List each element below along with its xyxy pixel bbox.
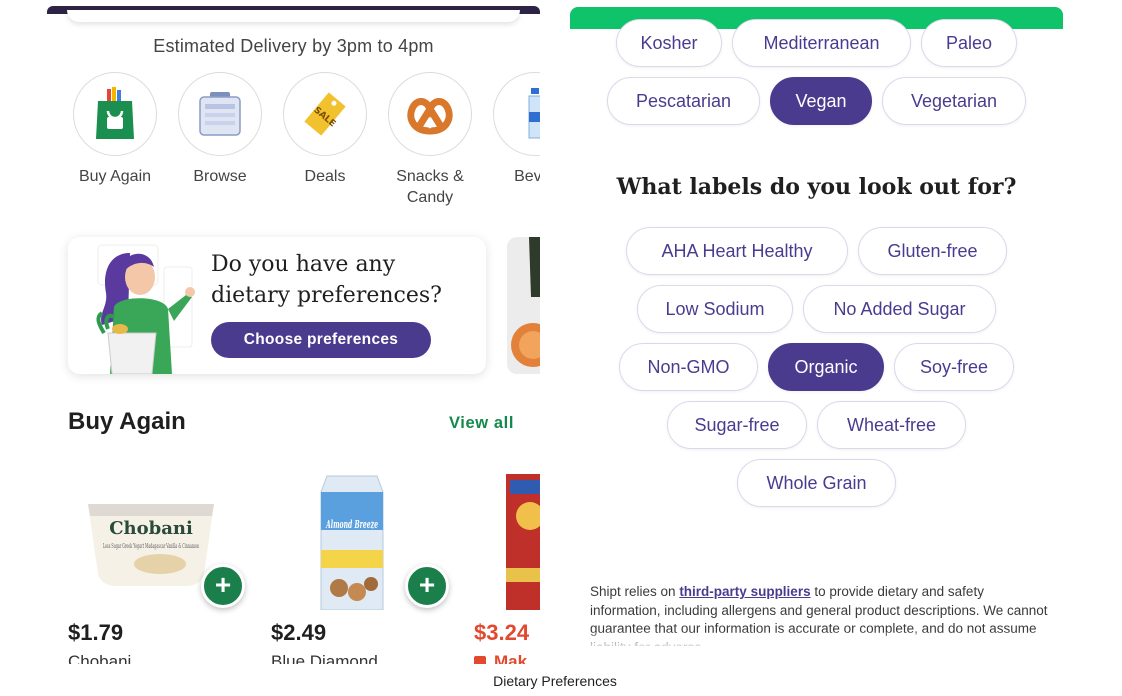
- plus-icon: +: [214, 569, 232, 600]
- labels-question: What labels do you look out for?: [616, 174, 1017, 200]
- label-chip[interactable]: Non-GMO: [619, 343, 758, 391]
- pretzel-icon: [407, 98, 453, 135]
- next-promo-card[interactable]: [507, 237, 540, 374]
- product-price: $2.49: [271, 620, 327, 645]
- category-label: Browse: [193, 168, 247, 185]
- category-beverages[interactable]: Bever: [490, 72, 540, 187]
- category-circle: [388, 72, 472, 156]
- sale-tag-icon: SALE: [304, 92, 346, 136]
- brand-text: Almond Breeze: [325, 518, 378, 531]
- category-label: Bever: [514, 168, 540, 185]
- category-circle: SALE: [283, 72, 367, 156]
- product-price: $3.24: [474, 620, 530, 645]
- product-name-text: Mak: [494, 652, 528, 664]
- brand-text: Chobani: [109, 518, 193, 539]
- promo-title: Do you have any dietary preferences?: [211, 252, 442, 308]
- product-price: $1.79: [68, 620, 124, 645]
- category-circle: [73, 72, 157, 156]
- grocery-aisle-icon: [199, 92, 241, 136]
- label-chip[interactable]: Wheat-free: [817, 401, 966, 449]
- category-snacks[interactable]: Snacks & Candy: [385, 72, 475, 208]
- product-name: Chobani: [68, 652, 132, 664]
- deal-tag-icon: [474, 656, 486, 664]
- product-card[interactable]: Chobani Less Sugar Greek Yogurt Madagasc…: [68, 470, 245, 664]
- view-all-link[interactable]: View all: [449, 414, 514, 433]
- figure-caption: Dietary Preferences: [493, 673, 617, 689]
- diet-chip[interactable]: Pescatarian: [607, 77, 760, 125]
- category-deals[interactable]: SALE Deals: [280, 72, 370, 187]
- category-label: Deals: [304, 168, 346, 185]
- label-chip[interactable]: Gluten-free: [858, 227, 1007, 275]
- add-to-cart-button[interactable]: +: [405, 564, 449, 608]
- product-name: Mak: [474, 652, 527, 664]
- label-chip[interactable]: Soy-free: [894, 343, 1014, 391]
- product-card[interactable]: Almond Breeze + $2.49 Blue Diamond: [271, 470, 449, 664]
- category-buy-again[interactable]: Buy Again: [70, 72, 160, 187]
- buy-again-title: Buy Again: [68, 408, 186, 435]
- address-card[interactable]: [67, 10, 520, 22]
- disclaimer-prefix: Shipt relies on: [590, 584, 680, 599]
- diet-chip[interactable]: Kosher: [616, 19, 722, 67]
- plus-icon: +: [418, 569, 436, 600]
- water-bottle-icon: [528, 88, 540, 139]
- label-chip-selected[interactable]: Organic: [768, 343, 884, 391]
- label-chip[interactable]: Sugar-free: [667, 401, 807, 449]
- dietary-promo-card[interactable]: Do you have any dietary preferences? Cho…: [68, 237, 486, 374]
- category-circle: [178, 72, 262, 156]
- food-photo-icon: [511, 237, 540, 367]
- cereal-box-image: [506, 474, 540, 610]
- preferences-screen: Kosher Mediterranean Paleo Pescatarian V…: [570, 0, 1063, 646]
- category-label: Buy Again: [78, 168, 152, 185]
- label-chip[interactable]: Low Sodium: [637, 285, 793, 333]
- shopping-bag-icon: [96, 87, 134, 139]
- home-screen: Estimated Delivery by 3pm to 4pm Buy Aga…: [47, 0, 540, 664]
- diet-chip[interactable]: Paleo: [921, 19, 1017, 67]
- third-party-suppliers-link[interactable]: third-party suppliers: [679, 584, 810, 599]
- product-name: Blue Diamond: [271, 652, 378, 664]
- label-chip[interactable]: AHA Heart Healthy: [626, 227, 848, 275]
- category-circle: [493, 72, 540, 156]
- diet-chip-selected[interactable]: Vegan: [770, 77, 872, 125]
- choose-preferences-button[interactable]: Choose preferences: [211, 322, 431, 358]
- package-text: Less Sugar Greek Yogurt Madagascar Vanil…: [103, 543, 199, 550]
- delivery-estimate: Estimated Delivery by 3pm to 4pm: [153, 36, 434, 56]
- diet-chip[interactable]: Mediterranean: [732, 19, 911, 67]
- diet-chip[interactable]: Vegetarian: [882, 77, 1026, 125]
- comparison-stage: Estimated Delivery by 3pm to 4pm Buy Aga…: [0, 0, 1122, 696]
- product-card[interactable]: $3.24 Mak: [474, 470, 540, 664]
- scroll-fade: [570, 632, 1063, 646]
- category-label: Snacks & Candy: [396, 168, 464, 206]
- category-browse[interactable]: Browse: [175, 72, 265, 187]
- shopper-illustration: [68, 237, 198, 374]
- add-to-cart-button[interactable]: +: [201, 564, 245, 608]
- label-chip[interactable]: Whole Grain: [737, 459, 896, 507]
- label-chip[interactable]: No Added Sugar: [803, 285, 996, 333]
